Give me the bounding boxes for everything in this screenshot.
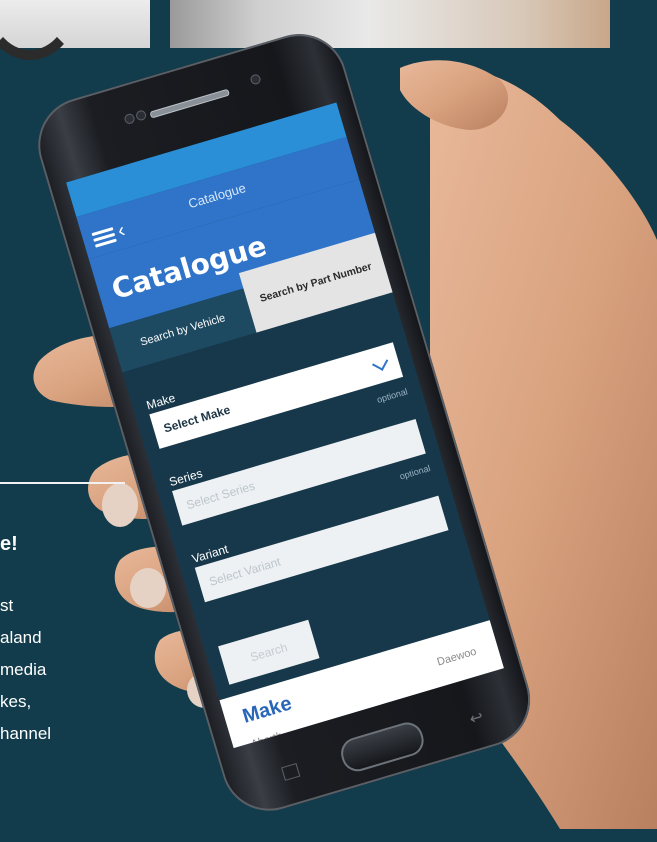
variant-select[interactable]: Select Variant (194, 495, 449, 603)
sensor-icon (123, 112, 136, 126)
make-select-value: Select Make (162, 402, 232, 436)
chevron-down-icon (372, 354, 389, 371)
article-line: aland (0, 628, 42, 647)
variant-optional-hint: optional (398, 463, 432, 482)
article-line: hannel (0, 724, 52, 743)
sensor-icon (134, 109, 148, 122)
series-placeholder: Select Series (184, 478, 257, 513)
article-headline: e! (0, 533, 18, 555)
recent-apps-icon[interactable] (281, 762, 301, 781)
article-divider (0, 482, 125, 484)
earpiece-speaker (149, 88, 231, 119)
home-button[interactable] (337, 718, 428, 776)
front-camera-icon (249, 73, 262, 86)
article-line: kes, (0, 692, 32, 711)
article-line: st (0, 596, 14, 615)
back-arrow-icon[interactable]: ↩ (467, 707, 486, 730)
article-line: media (0, 660, 47, 679)
series-optional-hint: optional (375, 386, 409, 405)
variant-placeholder: Select Variant (207, 554, 283, 589)
